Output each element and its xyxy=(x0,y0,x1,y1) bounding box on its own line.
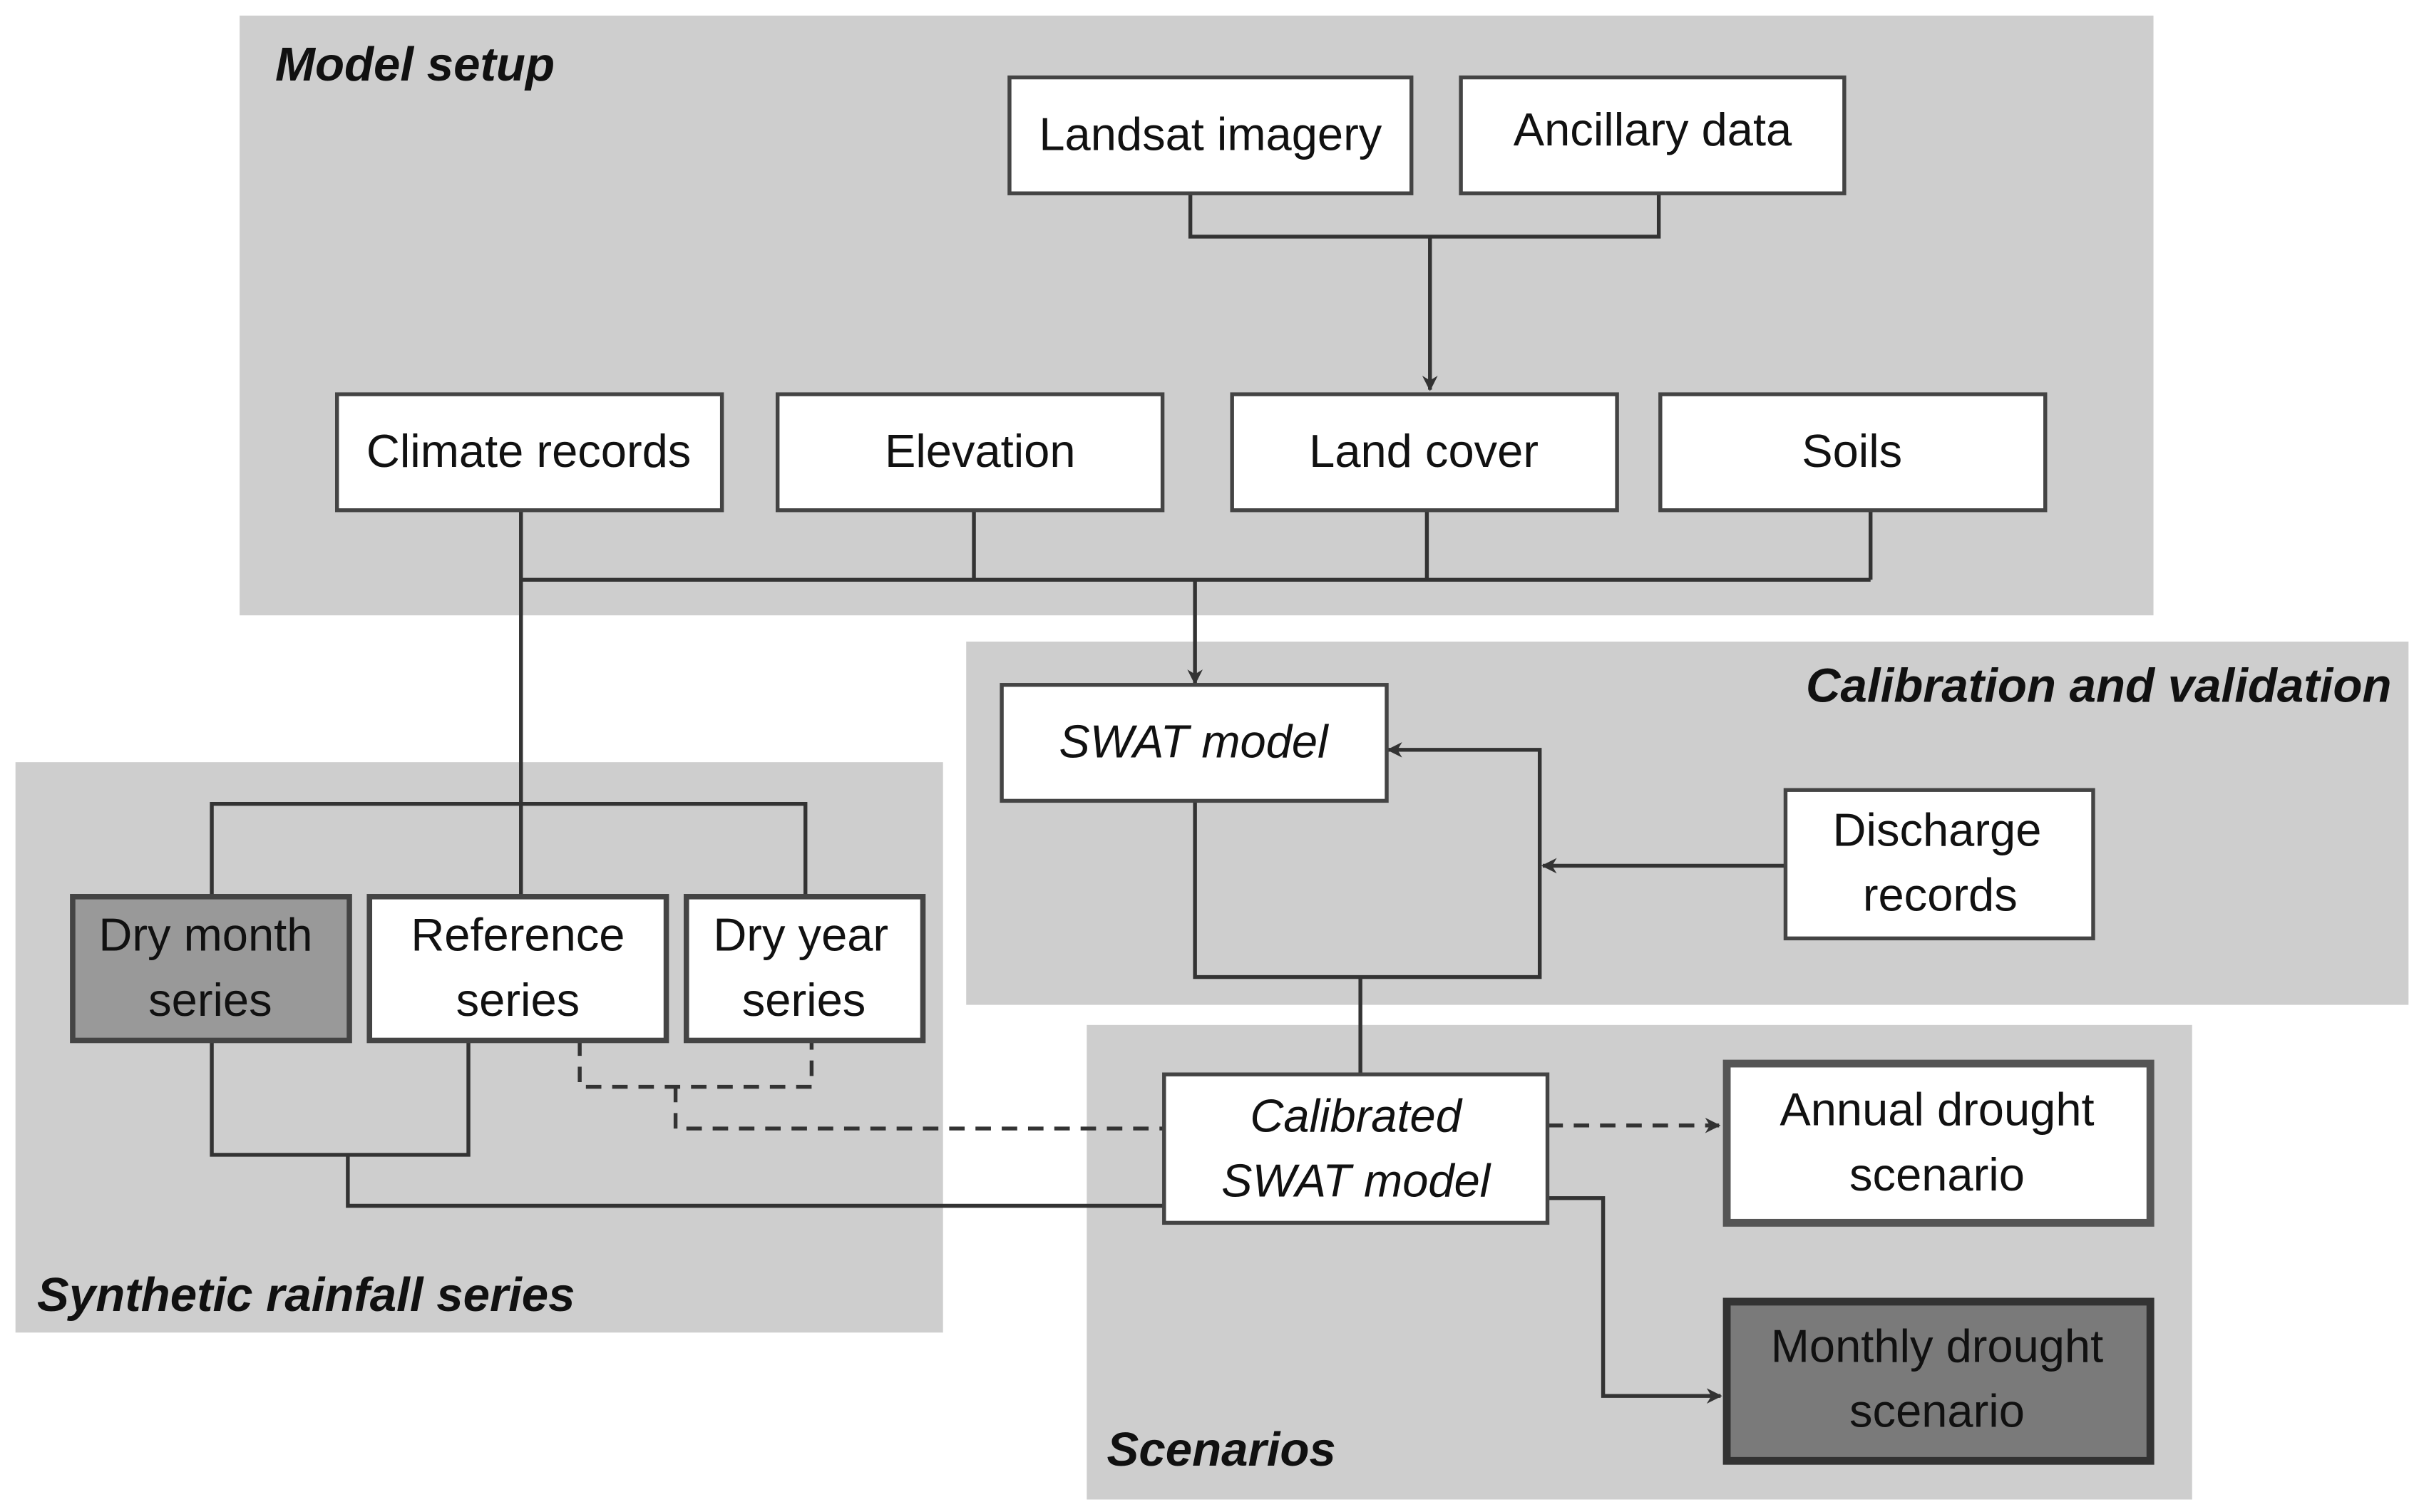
svg-text:scenario: scenario xyxy=(1849,1385,2025,1437)
box-soils: Soils xyxy=(1658,392,2048,513)
box-ancillary-data: Ancillary data xyxy=(1459,75,1847,195)
svg-text:Elevation: Elevation xyxy=(885,425,1076,477)
svg-text:records: records xyxy=(1863,868,2018,920)
svg-text:series: series xyxy=(456,974,580,1026)
box-landsat-imagery: Landsat imagery xyxy=(1007,75,1414,195)
box-elevation: Elevation xyxy=(775,392,1165,513)
box-swat-model: SWAT model xyxy=(1000,683,1389,803)
svg-text:Ancillary data: Ancillary data xyxy=(1514,103,1792,155)
box-dry-month-series: Dry month series xyxy=(70,894,352,1044)
svg-text:Annual drought: Annual drought xyxy=(1780,1084,2094,1136)
svg-text:Dry month: Dry month xyxy=(98,909,312,961)
svg-text:series: series xyxy=(742,974,866,1026)
svg-text:series: series xyxy=(148,974,272,1026)
svg-text:Reference: Reference xyxy=(411,909,625,961)
box-calibrated-swat-model: Calibrated SWAT model xyxy=(1162,1072,1550,1225)
box-reference-series: Reference series xyxy=(366,894,669,1044)
svg-text:Monthly drought: Monthly drought xyxy=(1771,1320,2103,1372)
svg-text:Land cover: Land cover xyxy=(1309,425,1539,477)
box-monthly-drought-scenario: Monthly drought scenario xyxy=(1722,1297,2155,1465)
svg-text:Discharge: Discharge xyxy=(1833,803,2042,855)
svg-text:Soils: Soils xyxy=(1802,425,1902,477)
svg-text:scenario: scenario xyxy=(1849,1148,2025,1200)
panel-title-model-setup: Model setup xyxy=(275,38,555,91)
svg-text:Landsat imagery: Landsat imagery xyxy=(1039,108,1382,160)
svg-text:Climate records: Climate records xyxy=(366,425,691,477)
svg-text:Calibrated: Calibrated xyxy=(1250,1089,1462,1141)
box-annual-drought-scenario: Annual drought scenario xyxy=(1722,1059,2155,1227)
svg-text:SWAT model: SWAT model xyxy=(1221,1154,1491,1206)
svg-text:Dry year: Dry year xyxy=(713,909,888,961)
panel-title-scenarios: Scenarios xyxy=(1107,1423,1336,1476)
workflow-diagram: Model setup Calibration and validation S… xyxy=(15,15,2409,1500)
panel-title-synthetic: Synthetic rainfall series xyxy=(37,1268,575,1322)
box-dry-year-series: Dry year series xyxy=(683,894,926,1044)
box-climate-records: Climate records xyxy=(334,392,724,513)
box-discharge-records: Discharge records xyxy=(1783,788,2095,941)
panel-title-calibration: Calibration and validation xyxy=(1806,659,2391,713)
box-land-cover: Land cover xyxy=(1230,392,1619,513)
svg-text:SWAT model: SWAT model xyxy=(1059,716,1329,768)
